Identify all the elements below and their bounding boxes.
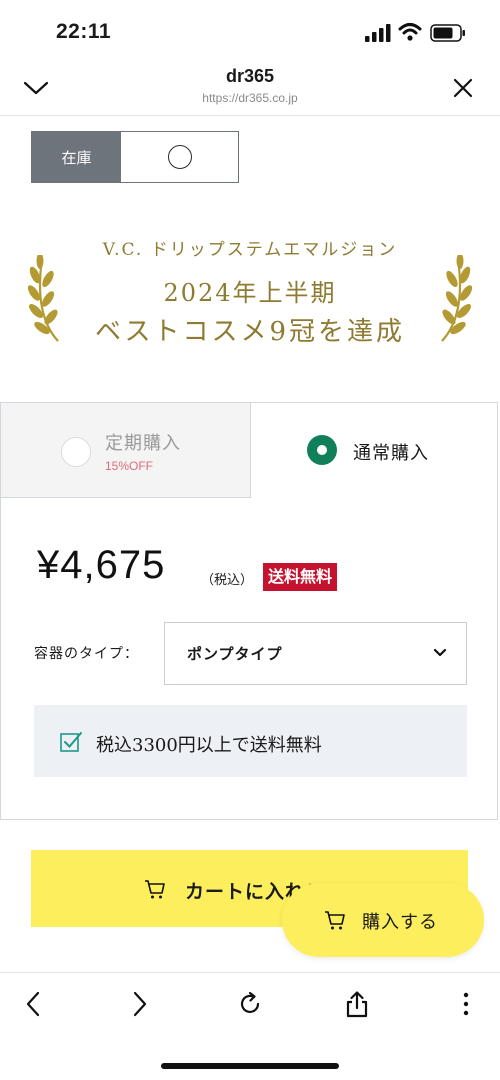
free-shipping-badge: 送料無料 bbox=[263, 563, 338, 591]
purchase-panel: 定期購入 15%OFF 通常購入 ¥4,675 （税込） 送料無料 容器のタイプ… bbox=[0, 402, 498, 820]
price-tax-note: （税込） bbox=[201, 573, 254, 588]
share-icon bbox=[346, 991, 368, 1018]
forward-button[interactable] bbox=[125, 989, 155, 1019]
more-icon bbox=[463, 992, 469, 1016]
status-bar: 22:11 bbox=[0, 0, 500, 62]
price: ¥4,675 bbox=[37, 543, 166, 587]
stock-indicator: 在庫 bbox=[31, 131, 239, 183]
battery-icon bbox=[430, 24, 465, 42]
shipping-note-text: 税込3300円以上で送料無料 bbox=[96, 735, 322, 756]
chevron-down-icon bbox=[433, 648, 447, 657]
cart-icon bbox=[325, 911, 345, 930]
share-button[interactable] bbox=[342, 989, 372, 1019]
back-icon bbox=[26, 991, 40, 1017]
reload-button[interactable] bbox=[235, 989, 265, 1019]
stock-label: 在庫 bbox=[32, 132, 121, 182]
more-button[interactable] bbox=[451, 989, 481, 1019]
circle-icon bbox=[167, 145, 192, 169]
tab-normal-purchase[interactable]: 通常購入 bbox=[251, 403, 497, 498]
container-type-value: ポンプタイプ bbox=[187, 645, 283, 663]
forward-icon bbox=[133, 991, 147, 1017]
browser-header: dr365 https://dr365.co.jp bbox=[0, 62, 500, 116]
reload-icon bbox=[240, 991, 260, 1013]
page-title: dr365 bbox=[225, 66, 275, 86]
normal-purchase-radio[interactable] bbox=[307, 435, 337, 465]
normal-purchase-label: 通常購入 bbox=[353, 443, 429, 464]
close-icon bbox=[453, 78, 473, 98]
close-button[interactable] bbox=[449, 74, 477, 102]
wifi-icon bbox=[398, 23, 422, 41]
container-type-label: 容器のタイプ： bbox=[34, 646, 139, 662]
home-indicator[interactable] bbox=[161, 1063, 339, 1069]
award-period: 2024年上半期 bbox=[163, 279, 337, 307]
buy-now-label: 購入する bbox=[362, 912, 438, 933]
award-product-name: V.C. ドリップステムエマルジョン bbox=[102, 240, 398, 260]
award-title: ベストコスメ9冠を達成 bbox=[94, 317, 406, 347]
stock-value bbox=[121, 132, 238, 182]
back-button[interactable] bbox=[18, 989, 48, 1019]
status-time: 22:11 bbox=[56, 20, 112, 43]
subscription-radio[interactable] bbox=[61, 437, 91, 467]
shipping-note: 税込3300円以上で送料無料 bbox=[34, 705, 467, 777]
browser-toolbar bbox=[0, 972, 500, 1034]
buy-now-button[interactable]: 購入する bbox=[282, 883, 484, 957]
checkbox-check-icon bbox=[60, 732, 82, 752]
subscription-discount: 15%OFF bbox=[105, 459, 154, 473]
tab-subscription[interactable]: 定期購入 15%OFF bbox=[1, 403, 251, 498]
laurel-right-icon bbox=[441, 255, 472, 342]
cart-icon bbox=[145, 880, 165, 899]
subscription-label: 定期購入 bbox=[105, 433, 181, 454]
signal-icon bbox=[365, 24, 391, 42]
page-url: https://dr365.co.jp bbox=[202, 91, 298, 105]
container-type-select[interactable]: ポンプタイプ bbox=[164, 622, 467, 685]
award-banner: V.C. ドリップステムエマルジョン 2024年上半期 ベストコスメ9冠を達成 bbox=[0, 225, 500, 355]
